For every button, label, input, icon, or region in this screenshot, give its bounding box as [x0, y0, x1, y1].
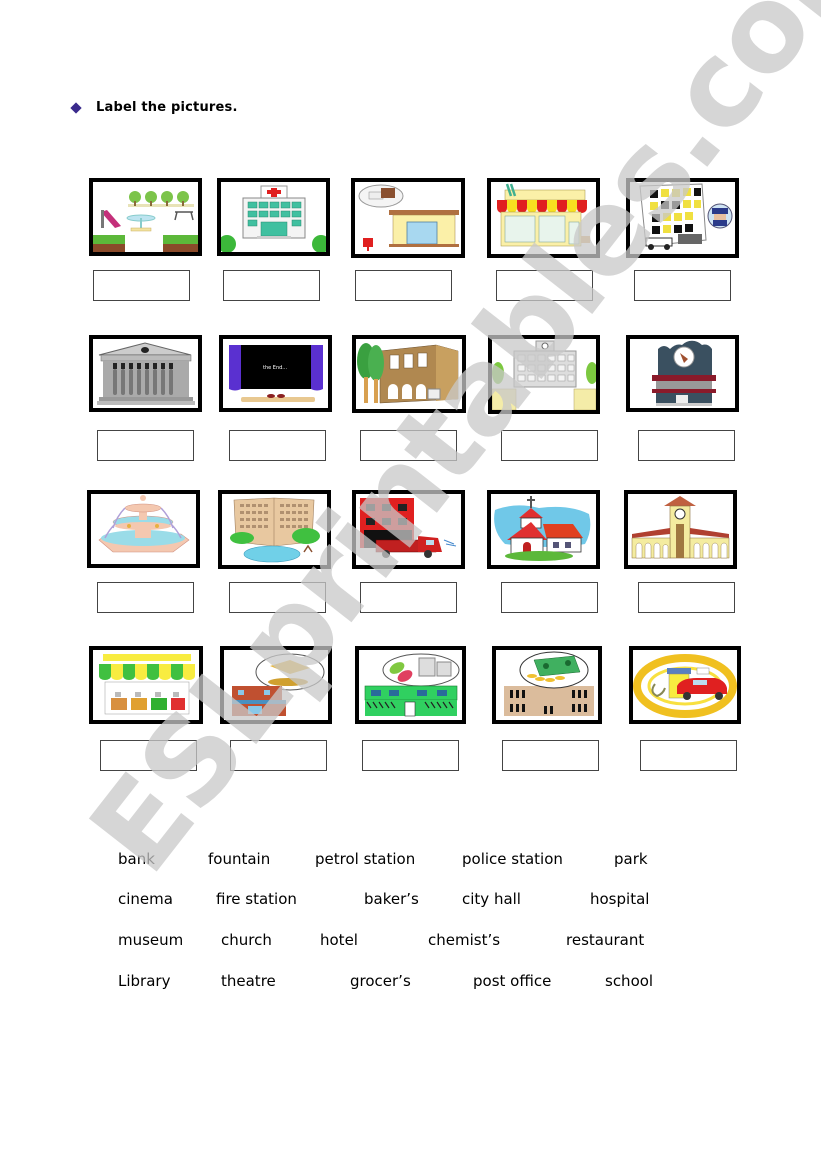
answer-box-9[interactable]	[501, 430, 598, 461]
word-bank-item: baker’s	[364, 890, 419, 908]
word-bank-item: petrol station	[315, 850, 416, 868]
answer-box-19[interactable]	[502, 740, 599, 771]
hospital-icon	[221, 185, 326, 252]
picture-hospital	[217, 178, 330, 256]
word-bank-item: cinema	[118, 890, 173, 908]
picture-library	[352, 335, 466, 413]
word-bank-item: police station	[462, 850, 563, 868]
library-icon	[357, 343, 459, 404]
hotel-icon	[230, 497, 320, 563]
word-bank-item: school	[605, 972, 654, 990]
picture-city-hall	[624, 490, 737, 569]
word-bank-item: grocer’s	[350, 972, 411, 990]
picture-church	[487, 490, 600, 569]
answer-box-13[interactable]	[360, 582, 457, 613]
answer-box-18[interactable]	[362, 740, 459, 771]
picture-petrol-station	[629, 646, 741, 724]
fire-station-icon	[360, 498, 457, 558]
church-icon	[494, 496, 591, 561]
picture-museum	[89, 335, 202, 412]
answer-box-7[interactable]	[229, 430, 326, 461]
petrol-station-icon	[633, 654, 737, 718]
word-bank-item: restaurant	[566, 931, 645, 949]
answer-box-11[interactable]	[97, 582, 194, 613]
word-bank-item: fountain	[208, 850, 271, 868]
picture-theatre	[220, 646, 332, 724]
cinema-icon: the End...	[229, 345, 323, 402]
fountain-icon	[98, 495, 190, 553]
word-bank-item: chemist’s	[428, 931, 501, 949]
word-bank-item: park	[614, 850, 648, 868]
answer-box-4[interactable]	[496, 270, 593, 301]
answer-box-10[interactable]	[638, 430, 735, 461]
picture-post-office	[351, 178, 465, 258]
word-bank-item: hospital	[590, 890, 650, 908]
picture-hotel	[218, 490, 331, 569]
word-bank-item: museum	[118, 931, 184, 949]
answer-box-14[interactable]	[501, 582, 598, 613]
bank-icon	[504, 651, 594, 716]
museum-icon	[97, 342, 195, 405]
theatre-icon	[232, 653, 325, 716]
answer-box-8[interactable]	[360, 430, 457, 461]
answer-box-1[interactable]	[93, 270, 190, 301]
cinema-screen-text: the End...	[263, 365, 287, 371]
answer-box-5[interactable]	[634, 270, 731, 301]
answer-box-17[interactable]	[230, 740, 327, 771]
instruction: Label the pictures.	[70, 100, 238, 115]
police-station-icon	[639, 183, 733, 250]
answer-box-3[interactable]	[355, 270, 452, 301]
picture-chemists	[355, 646, 466, 724]
word-bank-item: theatre	[221, 972, 276, 990]
picture-police-station	[626, 178, 739, 258]
picture-grocers	[89, 646, 203, 724]
answer-box-2[interactable]	[223, 270, 320, 301]
word-bank-item: bank	[118, 850, 155, 868]
city-hall-icon	[631, 496, 730, 559]
grocers-shop-icon	[99, 654, 195, 715]
diamond-bullet-icon	[70, 101, 82, 114]
picture-fountain	[87, 490, 200, 568]
word-bank-item: post office	[473, 972, 552, 990]
word-bank-item: church	[221, 931, 272, 949]
answer-box-20[interactable]	[640, 740, 737, 771]
picture-park	[89, 178, 202, 256]
picture-restaurant	[626, 335, 739, 412]
park-icon	[93, 182, 198, 252]
post-office-icon	[358, 184, 459, 251]
picture-fire-station	[352, 490, 465, 569]
picture-bakers	[487, 178, 600, 258]
picture-bank	[492, 646, 602, 724]
answer-box-15[interactable]	[638, 582, 735, 613]
picture-cinema: the End...	[219, 335, 332, 412]
word-bank-item: fire station	[216, 890, 297, 908]
school-icon	[492, 340, 596, 410]
answer-box-6[interactable]	[97, 430, 194, 461]
restaurant-icon	[652, 340, 716, 406]
answer-box-16[interactable]	[100, 740, 197, 771]
answer-box-12[interactable]	[229, 582, 326, 613]
bakers-shop-icon	[497, 183, 590, 247]
picture-school	[488, 335, 600, 414]
word-bank-item: Library	[118, 972, 171, 990]
chemists-icon	[364, 653, 460, 717]
word-bank-item: hotel	[320, 931, 358, 949]
instruction-text: Label the pictures.	[96, 100, 238, 115]
word-bank-item: city hall	[462, 890, 521, 908]
